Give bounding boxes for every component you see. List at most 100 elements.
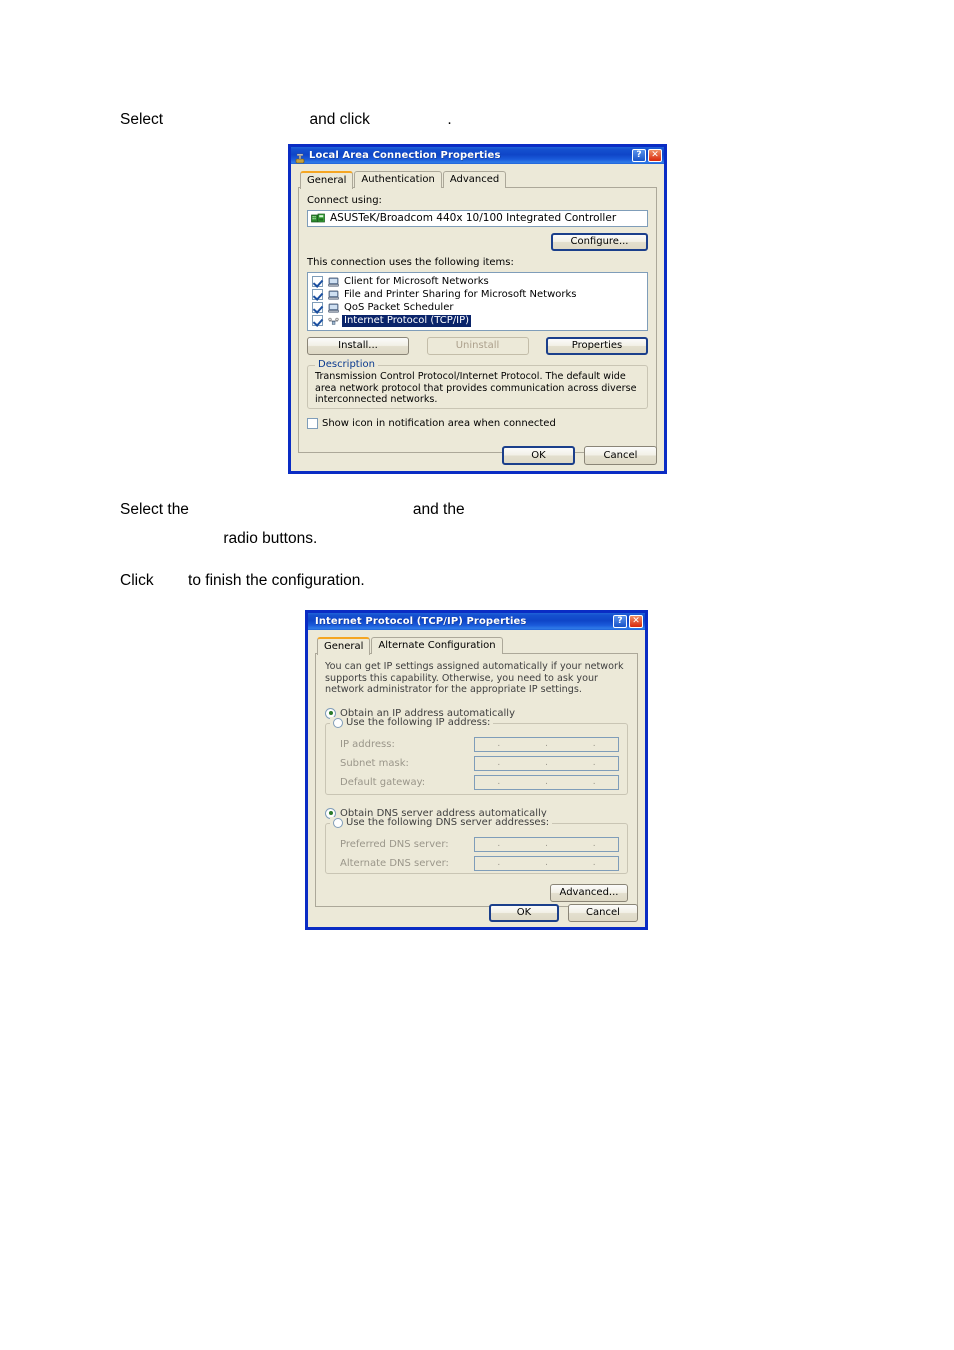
adapter-textbox[interactable]: ASUSTeK/Broadcom 440x 10/100 Integrated … (307, 210, 648, 227)
list-item-label: Internet Protocol (TCP/IP) (342, 314, 472, 327)
preferred-dns-label: Preferred DNS server: (340, 838, 449, 850)
cancel-button[interactable]: Cancel (584, 446, 657, 465)
network-items-listbox[interactable]: Client for Microsoft Networks File and P… (307, 272, 648, 331)
tab-general-label: General (307, 175, 347, 186)
step3-prefix: Click (120, 572, 154, 589)
uninstall-button: Uninstall (426, 337, 529, 355)
step2b-suffix: radio buttons. (223, 530, 318, 547)
checkbox-internet-protocol-tcpip[interactable] (312, 315, 323, 326)
internet-protocol-tcpip-properties-dialog: Internet Protocol (TCP/IP) Properties ? … (305, 610, 648, 930)
install-button[interactable]: Install... (307, 337, 409, 355)
dialog1-titlebar-buttons: ? ✕ (632, 149, 662, 162)
dialog1-footer-buttons: OK Cancel (502, 446, 657, 465)
step1-hidden-term-1 (163, 111, 309, 128)
step2b-hidden-term (120, 530, 223, 547)
alternate-dns-label: Alternate DNS server: (340, 857, 449, 869)
protocol-icon (327, 315, 340, 326)
tab-general[interactable]: General (317, 637, 371, 655)
checkbox-client-for-microsoft-networks[interactable] (312, 276, 323, 287)
show-icon-row[interactable]: Show icon in notification area when conn… (307, 417, 648, 430)
instruction-line-3: radio buttons. (120, 529, 317, 549)
step2-suffix: and the (412, 501, 465, 518)
ip-address-field[interactable]: ... (474, 736, 619, 752)
step1-hidden-term-2 (370, 111, 448, 128)
items-action-buttons: Install... Uninstall Properties (307, 337, 648, 355)
advanced-button-row: Advanced... (325, 883, 628, 902)
ok-button[interactable]: OK (502, 446, 575, 465)
description-group-title: Description (315, 359, 378, 371)
list-item-label: QoS Packet Scheduler (344, 301, 454, 313)
tab-general[interactable]: General (300, 171, 354, 189)
manual-dns-group: Use the following DNS server addresses: … (325, 816, 628, 874)
computer-icon (327, 302, 340, 313)
alternate-dns-field[interactable]: ... (474, 855, 619, 871)
adapter-name: ASUSTeK/Broadcom 440x 10/100 Integrated … (330, 212, 617, 224)
step3-suffix: to finish the configuration. (188, 572, 365, 589)
list-item-label: Client for Microsoft Networks (344, 275, 489, 287)
dialog2-footer-buttons: OK Cancel (489, 904, 638, 922)
local-area-connection-properties-dialog: Local Area Connection Properties ? ✕ Gen… (288, 144, 667, 474)
dialog2-title: Internet Protocol (TCP/IP) Properties (315, 616, 527, 627)
intro-text: You can get IP settings assigned automat… (325, 661, 624, 695)
configure-button-row: Configure... (307, 233, 648, 251)
network-adapter-icon (311, 213, 325, 224)
cancel-button[interactable]: Cancel (568, 904, 638, 922)
default-gateway-field[interactable]: ... (474, 774, 619, 790)
ip-address-label: IP address: (340, 738, 395, 750)
dialog1-title: Local Area Connection Properties (309, 150, 501, 161)
dialog2-titlebar-buttons: ? ✕ (613, 615, 643, 628)
dialog2-titlebar[interactable]: Internet Protocol (TCP/IP) Properties ? … (308, 613, 645, 630)
radio-use-following-ip[interactable] (333, 717, 343, 728)
tab-alternate-configuration[interactable]: Alternate Configuration (371, 637, 503, 654)
checkbox-show-icon-notification-area[interactable] (307, 418, 318, 429)
subnet-mask-field[interactable]: ... (474, 755, 619, 771)
items-label: This connection uses the following items… (307, 257, 514, 268)
checkbox-qos-packet-scheduler[interactable] (312, 302, 323, 313)
computer-icon (327, 276, 340, 287)
dialog2-tabstrip: General Alternate Configuration (315, 636, 638, 655)
subnet-mask-row: Subnet mask: ... (340, 755, 619, 771)
tab-advanced[interactable]: Advanced (442, 171, 507, 188)
properties-button[interactable]: Properties (546, 337, 648, 355)
connect-using-label: Connect using: (307, 195, 382, 206)
step1-suffix: . (447, 111, 452, 128)
preferred-dns-field[interactable]: ... (474, 836, 619, 852)
list-item[interactable]: Client for Microsoft Networks (310, 275, 645, 288)
radio-use-following-dns-row[interactable]: Use the following DNS server addresses: (330, 816, 553, 829)
default-gateway-row: Default gateway: ... (340, 774, 619, 790)
step1-prefix: Select (120, 111, 164, 128)
radio-use-following-dns[interactable] (333, 817, 343, 828)
description-group: Description Transmission Control Protoco… (307, 359, 648, 409)
description-text: Transmission Control Protocol/Internet P… (315, 371, 637, 405)
advanced-button[interactable]: Advanced... (550, 883, 628, 902)
dialog2-general-panel: You can get IP settings assigned automat… (315, 653, 638, 907)
instruction-line-1: Select and click . (120, 110, 452, 130)
close-icon[interactable]: ✕ (629, 615, 643, 628)
computer-icon (327, 289, 340, 300)
dialog1-titlebar[interactable]: Local Area Connection Properties ? ✕ (291, 147, 664, 164)
list-item[interactable]: Internet Protocol (TCP/IP) (310, 314, 645, 327)
list-item-label: File and Printer Sharing for Microsoft N… (344, 288, 577, 300)
configure-button[interactable]: Configure... (551, 233, 648, 251)
checkbox-file-and-printer-sharing[interactable] (312, 289, 323, 300)
radio-use-following-ip-label: Use the following IP address: (346, 716, 491, 728)
step1-mid: and click (309, 111, 370, 128)
manual-ip-group: Use the following IP address: IP address… (325, 716, 628, 795)
instruction-line-4: Click to finish the configuration. (120, 571, 365, 591)
close-icon[interactable]: ✕ (648, 149, 662, 162)
help-button[interactable]: ? (613, 615, 627, 628)
step2-prefix: Select the (120, 501, 189, 518)
list-item[interactable]: File and Printer Sharing for Microsoft N… (310, 288, 645, 301)
tab-authentication[interactable]: Authentication (354, 171, 442, 188)
default-gateway-label: Default gateway: (340, 776, 426, 788)
list-item[interactable]: QoS Packet Scheduler (310, 301, 645, 314)
subnet-mask-label: Subnet mask: (340, 757, 409, 769)
tab-alternate-configuration-label: Alternate Configuration (378, 640, 496, 651)
dialog2-body: General Alternate Configuration You can … (308, 630, 645, 927)
radio-use-following-ip-row[interactable]: Use the following IP address: (330, 716, 494, 729)
ok-button[interactable]: OK (489, 904, 559, 922)
tab-general-label: General (324, 641, 364, 652)
tab-advanced-label: Advanced (449, 174, 500, 185)
help-button[interactable]: ? (632, 149, 646, 162)
dialog1-tabstrip: General Authentication Advanced (298, 170, 657, 189)
